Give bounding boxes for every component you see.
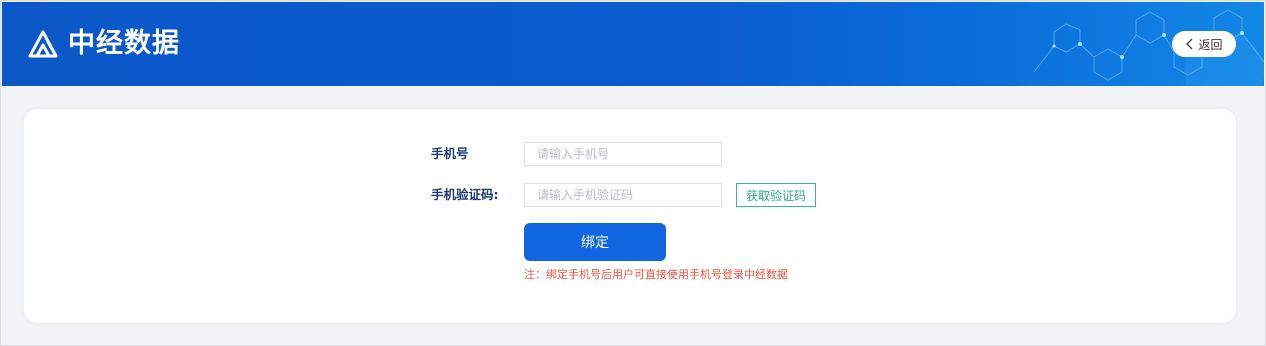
verification-code-input[interactable] xyxy=(524,183,722,207)
chevron-left-icon xyxy=(1186,38,1193,50)
bind-note: 注：绑定手机号后用户可直接使用手机号登录中经数据 xyxy=(524,268,788,281)
back-button-label: 返回 xyxy=(1198,37,1223,52)
brand-logo[interactable]: 中经数据 xyxy=(26,24,180,64)
get-code-button[interactable]: 获取验证码 xyxy=(736,183,816,207)
brand-logo-icon xyxy=(28,30,58,58)
code-label: 手机验证码: xyxy=(431,187,499,202)
back-button[interactable]: 返回 xyxy=(1172,31,1236,57)
brand-name: 中经数据 xyxy=(68,28,180,59)
page-frame: 中经数据 返回 手机号 手机验证码: 获取验证码 绑定 注：绑定手机号后用户可直… xyxy=(0,0,1266,346)
top-header: 中经数据 返回 xyxy=(2,2,1264,86)
bind-button[interactable]: 绑定 xyxy=(524,223,666,261)
phone-input[interactable] xyxy=(524,142,722,166)
phone-label: 手机号 xyxy=(431,146,469,161)
bind-phone-card: 手机号 手机验证码: 获取验证码 绑定 注：绑定手机号后用户可直接使用手机号登录… xyxy=(24,109,1236,323)
